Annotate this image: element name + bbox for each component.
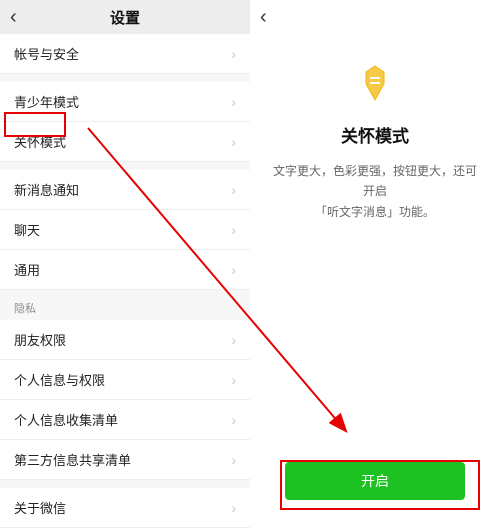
row-label: 青少年模式: [14, 92, 79, 111]
chevron-right-icon: ›: [231, 222, 236, 238]
chevron-right-icon: ›: [231, 182, 236, 198]
care-mode-title: 关怀模式: [341, 122, 409, 147]
row-chat[interactable]: 聊天 ›: [0, 210, 250, 250]
row-label: 帐号与安全: [14, 44, 79, 63]
chevron-right-icon: ›: [231, 500, 236, 516]
row-label: 第三方信息共享清单: [14, 450, 131, 469]
enable-button[interactable]: 开启: [285, 462, 465, 500]
row-label: 新消息通知: [14, 180, 79, 199]
row-label: 关于微信: [14, 498, 66, 517]
row-care-mode[interactable]: 关怀模式 ›: [0, 122, 250, 162]
row-general[interactable]: 通用 ›: [0, 250, 250, 290]
care-mode-body: 关怀模式 文字更大，色彩更强，按钮更大，还可开启 「听文字消息」功能。: [250, 34, 500, 222]
row-label: 通用: [14, 260, 40, 279]
chevron-right-icon: ›: [231, 412, 236, 428]
section-privacy: 隐私: [0, 290, 250, 320]
page-title: 设置: [12, 7, 238, 28]
row-label: 关怀模式: [14, 132, 66, 151]
row-friend-permissions[interactable]: 朋友权限 ›: [0, 320, 250, 360]
chevron-right-icon: ›: [231, 134, 236, 150]
care-mode-icon: [354, 62, 396, 104]
chevron-right-icon: ›: [231, 46, 236, 62]
divider: [0, 74, 250, 82]
row-notifications[interactable]: 新消息通知 ›: [0, 170, 250, 210]
row-about[interactable]: 关于微信 ›: [0, 488, 250, 528]
care-mode-desc: 文字更大，色彩更强，按钮更大，还可开启 「听文字消息」功能。: [250, 161, 500, 222]
row-label: 聊天: [14, 220, 40, 239]
desc-line: 文字更大，色彩更强，按钮更大，还可开启: [273, 164, 477, 198]
row-account-security[interactable]: 帐号与安全 ›: [0, 34, 250, 74]
chevron-right-icon: ›: [231, 372, 236, 388]
back-icon[interactable]: ‹: [260, 5, 267, 29]
care-mode-panel: ‹ 关怀模式 文字更大，色彩更强，按钮更大，还可开启 「听文字消息」功能。 开启: [250, 0, 500, 528]
row-label: 个人信息与权限: [14, 370, 105, 389]
divider: [0, 162, 250, 170]
row-third-party[interactable]: 第三方信息共享清单 ›: [0, 440, 250, 480]
settings-list: 帐号与安全 › 青少年模式 › 关怀模式 › 新消息通知 › 聊天 › 通用 ›…: [0, 34, 250, 528]
settings-header: ‹ 设置: [0, 0, 250, 34]
chevron-right-icon: ›: [231, 332, 236, 348]
care-mode-header: ‹: [250, 0, 500, 34]
chevron-right-icon: ›: [231, 94, 236, 110]
chevron-right-icon: ›: [231, 452, 236, 468]
row-personal-info[interactable]: 个人信息与权限 ›: [0, 360, 250, 400]
row-data-collection[interactable]: 个人信息收集清单 ›: [0, 400, 250, 440]
row-teen-mode[interactable]: 青少年模式 ›: [0, 82, 250, 122]
settings-panel: ‹ 设置 帐号与安全 › 青少年模式 › 关怀模式 › 新消息通知 › 聊天 ›…: [0, 0, 250, 528]
desc-line: 「听文字消息」功能。: [315, 205, 435, 219]
chevron-right-icon: ›: [231, 262, 236, 278]
row-label: 朋友权限: [14, 330, 66, 349]
row-label: 个人信息收集清单: [14, 410, 118, 429]
divider: [0, 480, 250, 488]
back-icon[interactable]: ‹: [10, 5, 17, 29]
